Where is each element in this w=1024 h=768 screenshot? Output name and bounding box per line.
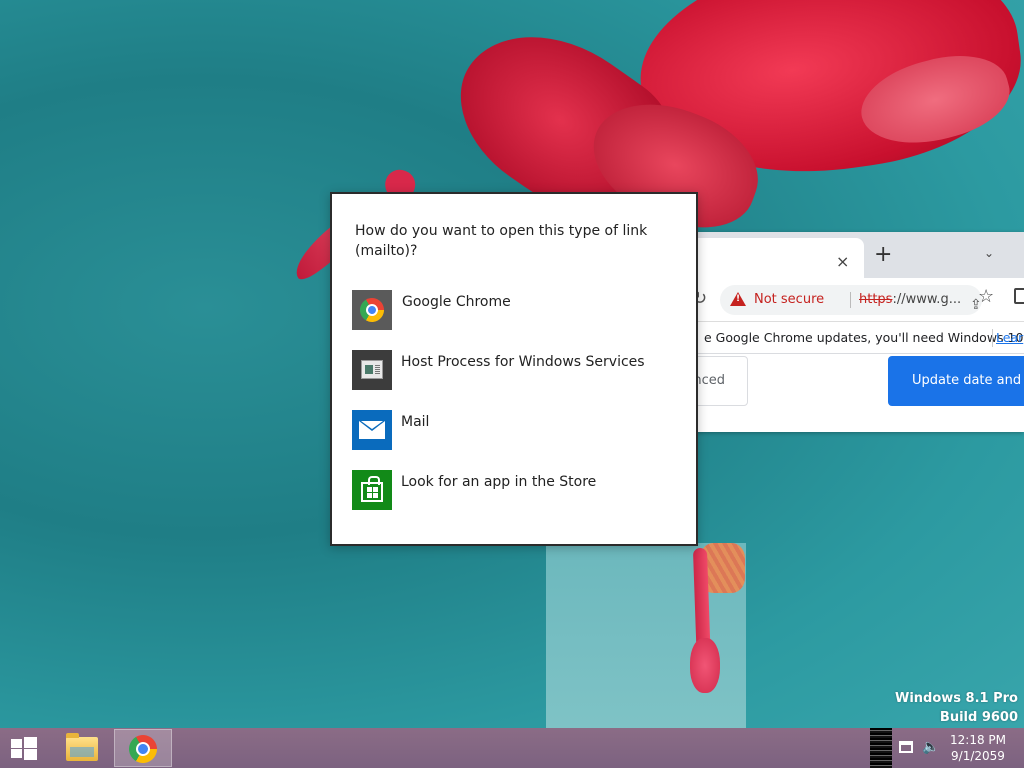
taskbar-chrome[interactable] [114, 729, 172, 768]
omnibox-divider [850, 292, 851, 308]
mail-icon [352, 410, 392, 450]
new-tab-icon[interactable]: + [874, 242, 892, 267]
chrome-icon [123, 729, 163, 768]
volume-icon[interactable]: 🔈 [922, 739, 939, 755]
folder-icon [66, 733, 98, 761]
infobar-message: e Google Chrome updates, you'll need Win… [704, 330, 1024, 345]
app-option-label: Host Process for Windows Services [401, 354, 645, 370]
start-button[interactable] [0, 728, 48, 768]
close-tab-icon[interactable]: × [836, 252, 849, 271]
chrome-icon [352, 290, 392, 330]
url-text[interactable]: https://www.g... [859, 292, 961, 307]
taskbar-file-explorer[interactable] [52, 729, 110, 767]
tab-search-chevron-icon[interactable]: ⌄ [984, 246, 994, 260]
bookmark-star-icon[interactable]: ☆ [978, 286, 994, 307]
clock-time: 12:18 PM [950, 733, 1006, 747]
app-option-label: Mail [401, 414, 430, 430]
infobar-learn-more-link[interactable]: Lear [996, 330, 1023, 345]
warning-icon [730, 292, 746, 306]
app-option-store[interactable]: Look for an app in the Store [352, 470, 682, 514]
url-host: ://www.g... [892, 292, 962, 307]
app-option-google-chrome[interactable]: Google Chrome [352, 290, 682, 334]
watermark-edition: Windows 8.1 Pro [895, 691, 1018, 706]
url-scheme: https [859, 292, 893, 307]
system-tray: 🔈 12:18 PM 9/1/2059 [864, 728, 1024, 768]
network-icon[interactable] [899, 741, 913, 753]
chrome-tabstrip: × + ⌄ [696, 232, 1024, 278]
chrome-window: × + ⌄ ↻ Not secure https://www.g... ⇪ ☆ … [676, 232, 1024, 432]
store-icon [352, 470, 392, 510]
watermark-build: Build 9600 [939, 710, 1018, 725]
app-option-host-process[interactable]: Host Process for Windows Services [352, 350, 682, 394]
page-content: nced Update date and t [676, 354, 1024, 430]
host-process-icon [352, 350, 392, 390]
open-with-dialog: How do you want to open this type of lin… [330, 192, 698, 546]
wallpaper-stem-tip [690, 638, 720, 693]
chrome-tab[interactable]: × [696, 238, 864, 278]
app-option-mail[interactable]: Mail [352, 410, 682, 454]
windows-logo-icon [11, 737, 37, 760]
tray-app-icon[interactable] [870, 728, 892, 768]
dialog-title: How do you want to open this type of lin… [355, 223, 648, 259]
clock-date: 9/1/2059 [951, 749, 1005, 763]
not-secure-label[interactable]: Not secure [754, 292, 824, 307]
chrome-infobar: e Google Chrome updates, you'll need Win… [696, 322, 1024, 354]
app-option-label: Google Chrome [402, 294, 511, 310]
clock[interactable]: 12:18 PM 9/1/2059 [950, 732, 1006, 764]
taskbar: 🔈 12:18 PM 9/1/2059 [0, 728, 1024, 768]
update-date-button[interactable]: Update date and t [888, 356, 1024, 406]
chrome-toolbar: ↻ Not secure https://www.g... ⇪ ☆ [692, 278, 1024, 322]
address-bar[interactable]: Not secure https://www.g... ⇪ [720, 285, 982, 315]
windows-watermark: Windows 8.1 Pro Build 9600 [895, 689, 1018, 727]
infobar-divider [992, 329, 993, 347]
extensions-icon[interactable] [1014, 288, 1024, 304]
app-option-label: Look for an app in the Store [401, 474, 597, 490]
